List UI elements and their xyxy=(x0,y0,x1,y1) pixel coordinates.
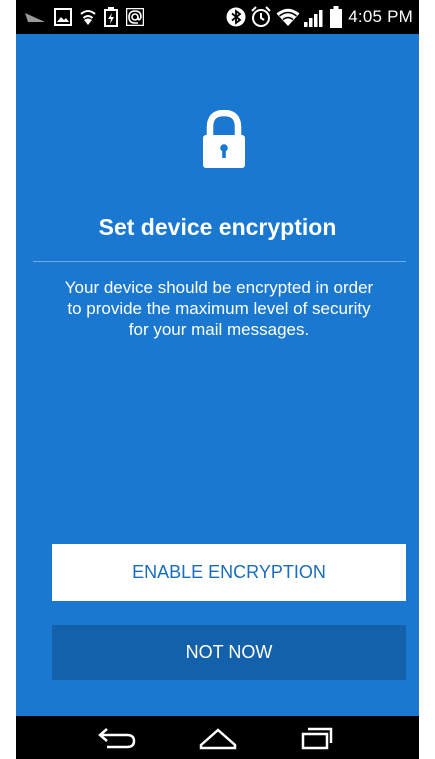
email-at-icon xyxy=(125,7,145,27)
notification-icons xyxy=(24,6,145,28)
recent-apps-icon xyxy=(300,726,334,750)
status-time: 4:05 PM xyxy=(348,7,413,26)
not-now-button[interactable]: NOT NOW xyxy=(52,625,406,680)
home-icon xyxy=(198,726,238,750)
alarm-icon xyxy=(250,6,272,28)
battery-notification-icon xyxy=(104,7,118,27)
screen: 4:05 PM Set device encryption Your devic… xyxy=(0,0,435,759)
phone-display: 4:05 PM Set device encryption Your devic… xyxy=(16,0,419,759)
status-bar: 4:05 PM xyxy=(16,0,419,34)
enable-encryption-button[interactable]: ENABLE ENCRYPTION xyxy=(52,544,406,601)
image-icon xyxy=(54,8,72,26)
bluetooth-icon xyxy=(226,7,246,27)
home-button[interactable] xyxy=(178,716,258,759)
recent-apps-button[interactable] xyxy=(277,716,357,759)
page-title: Set device encryption xyxy=(98,214,337,240)
back-icon xyxy=(97,725,137,751)
battery-icon xyxy=(330,6,343,28)
title-divider xyxy=(33,261,406,262)
signal-icon xyxy=(304,7,326,27)
wifi-icon xyxy=(276,7,300,27)
navigation-bar xyxy=(16,716,419,759)
wifi-notification-icon xyxy=(80,8,96,26)
back-button[interactable] xyxy=(77,716,157,759)
notification-icon xyxy=(24,10,46,24)
system-icons: 4:05 PM xyxy=(226,5,413,29)
description-text: Your device should be encrypted in order… xyxy=(64,278,374,339)
lock-icon xyxy=(199,109,249,170)
